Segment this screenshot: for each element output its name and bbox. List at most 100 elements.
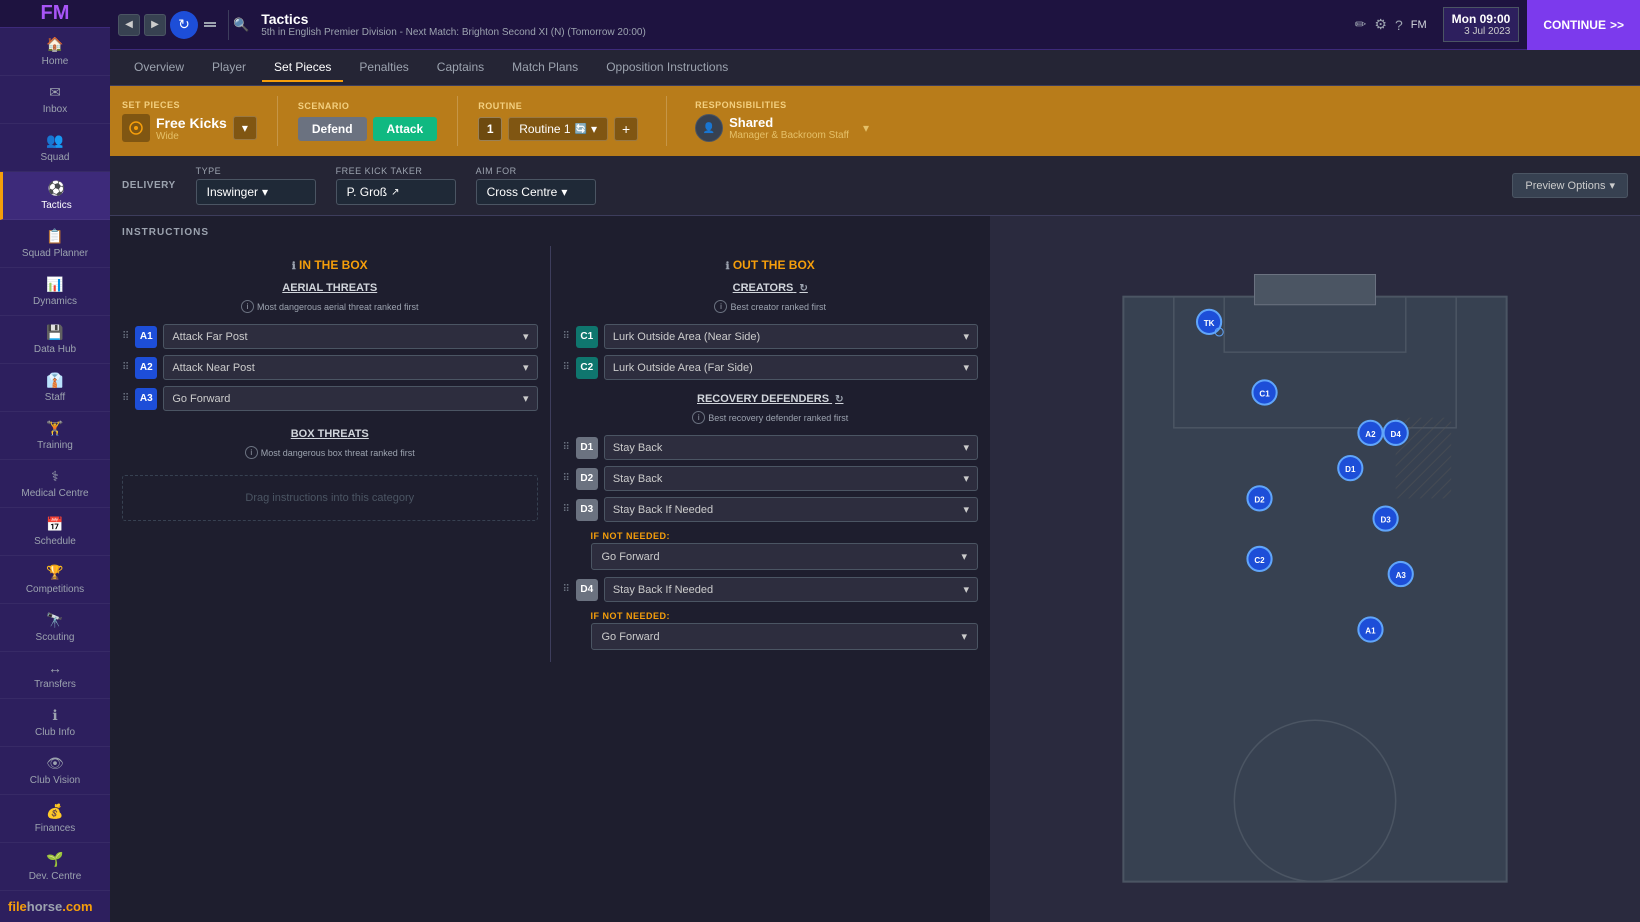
drag-handle-d3[interactable]: ⠿ bbox=[563, 504, 570, 515]
badge-c1: C1 bbox=[576, 326, 598, 348]
drag-handle-d4[interactable]: ⠿ bbox=[563, 584, 570, 595]
c2-dropdown[interactable]: Lurk Outside Area (Far Side) ▾ bbox=[604, 355, 978, 380]
sidebar-item-squad-planner[interactable]: 📋 Squad Planner bbox=[0, 220, 110, 268]
svg-text:D2: D2 bbox=[1254, 495, 1265, 504]
sidebar-item-label: Dev. Centre bbox=[29, 871, 82, 882]
resp-label: RESPONSIBILITIES bbox=[695, 100, 1628, 110]
sidebar-item-data-hub[interactable]: 💾 Data Hub bbox=[0, 316, 110, 364]
drag-handle-a2[interactable]: ⠿ bbox=[122, 362, 129, 373]
sidebar-item-tactics[interactable]: ⚽ Tactics bbox=[0, 172, 110, 220]
taker-field: FREE KICK TAKER P. Groß ↗ bbox=[336, 166, 456, 205]
c1-dropdown[interactable]: Lurk Outside Area (Near Side) ▾ bbox=[604, 324, 978, 349]
sidebar-item-scouting[interactable]: 🔭 Scouting bbox=[0, 604, 110, 652]
d4-if-not-dropdown[interactable]: Go Forward ▾ bbox=[591, 623, 979, 650]
sidebar-item-club-info[interactable]: ℹ Club Info bbox=[0, 699, 110, 747]
sidebar-item-home[interactable]: 🏠 Home bbox=[0, 28, 110, 76]
svg-text:C1: C1 bbox=[1259, 390, 1270, 399]
tab-set-pieces[interactable]: Set Pieces bbox=[262, 54, 343, 82]
sidebar-item-training[interactable]: 🏋 Training bbox=[0, 412, 110, 460]
sidebar-item-label: Data Hub bbox=[34, 344, 76, 355]
sidebar-item-squad[interactable]: 👥 Squad bbox=[0, 124, 110, 172]
dev-centre-icon: 🌱 bbox=[46, 851, 63, 868]
d3-if-not-dropdown[interactable]: Go Forward ▾ bbox=[591, 543, 979, 570]
sidebar-item-staff[interactable]: 👔 Staff bbox=[0, 364, 110, 412]
sidebar-item-label: Club Info bbox=[35, 727, 75, 738]
a1-dropdown[interactable]: Attack Far Post ▾ bbox=[163, 324, 537, 349]
recovery-label: RECOVERY DEFENDERS ↻ bbox=[563, 391, 979, 409]
resp-dropdown-button[interactable]: ▾ bbox=[863, 121, 869, 135]
edit-icon[interactable]: ✏ bbox=[1355, 16, 1367, 33]
time-display: Mon 09:00 bbox=[1452, 12, 1511, 26]
drag-handle-a3[interactable]: ⠿ bbox=[122, 393, 129, 404]
recovery-row-d3: ⠿ D3 Stay Back If Needed ▾ bbox=[563, 494, 979, 525]
sidebar-item-label: Competitions bbox=[26, 584, 84, 595]
sidebar-item-transfers[interactable]: ↔ Transfers bbox=[0, 652, 110, 699]
set-pieces-dropdown[interactable]: ▾ bbox=[233, 116, 257, 140]
sidebar-item-club-vision[interactable]: 👁 Club Vision bbox=[0, 747, 110, 795]
sidebar-item-competitions[interactable]: 🏆 Competitions bbox=[0, 556, 110, 604]
tab-match-plans[interactable]: Match Plans bbox=[500, 54, 590, 82]
club-vision-icon: 👁 bbox=[46, 755, 64, 772]
drag-handle-d2[interactable]: ⠿ bbox=[563, 473, 570, 484]
sidebar-item-inbox[interactable]: ✉ Inbox bbox=[0, 76, 110, 124]
resp-avatar: 👤 bbox=[695, 114, 723, 142]
sidebar-item-dev-centre[interactable]: 🌱 Dev. Centre bbox=[0, 843, 110, 891]
sidebar-item-medical[interactable]: ⚕ Medical Centre bbox=[0, 460, 110, 508]
tab-opposition[interactable]: Opposition Instructions bbox=[594, 54, 740, 82]
nav-back-button[interactable]: ◀ bbox=[118, 14, 140, 36]
home-icon: 🏠 bbox=[46, 36, 63, 53]
drag-handle-c2[interactable]: ⠿ bbox=[563, 362, 570, 373]
set-pieces-name: Free Kicks bbox=[156, 115, 227, 131]
info-icon[interactable]: ? bbox=[1395, 17, 1403, 33]
fm-label: FM bbox=[1411, 19, 1427, 31]
d2-dropdown[interactable]: Stay Back ▾ bbox=[604, 466, 978, 491]
sidebar-item-label: Training bbox=[37, 440, 73, 451]
tab-overview[interactable]: Overview bbox=[122, 54, 196, 82]
svg-text:D1: D1 bbox=[1345, 465, 1356, 474]
drag-handle-d1[interactable]: ⠿ bbox=[563, 442, 570, 453]
aim-dropdown[interactable]: Cross Centre ▾ bbox=[476, 179, 596, 205]
sidebar-item-label: Medical Centre bbox=[21, 488, 88, 499]
svg-text:TK: TK bbox=[1204, 319, 1215, 328]
in-box-title: ℹ IN THE BOX bbox=[122, 254, 538, 280]
recovery-row-d1: ⠿ D1 Stay Back ▾ bbox=[563, 432, 979, 463]
creators-info-icon: i bbox=[714, 300, 727, 313]
sync-button[interactable]: ↻ bbox=[170, 11, 198, 39]
d1-dropdown[interactable]: Stay Back ▾ bbox=[604, 435, 978, 460]
schedule-icon: 📅 bbox=[46, 516, 63, 533]
type-dropdown[interactable]: Inswinger ▾ bbox=[196, 179, 316, 205]
routine-dropdown[interactable]: Routine 1 🔄 ▾ bbox=[508, 117, 608, 141]
taker-dropdown[interactable]: P. Groß ↗ bbox=[336, 179, 456, 205]
routine-add-button[interactable]: + bbox=[614, 117, 638, 141]
preview-options-button[interactable]: Preview Options ▾ bbox=[1512, 173, 1628, 198]
sidebar-item-label: Finances bbox=[35, 823, 76, 834]
continue-button[interactable]: CONTINUE >> bbox=[1527, 0, 1640, 50]
squad-icon: 👥 bbox=[46, 132, 63, 149]
sidebar-item-schedule[interactable]: 📅 Schedule bbox=[0, 508, 110, 556]
help-icon[interactable]: ⚙ bbox=[1374, 16, 1387, 33]
taker-label: FREE KICK TAKER bbox=[336, 166, 456, 176]
scenario-defend-button[interactable]: Defend bbox=[298, 117, 367, 141]
a3-dropdown[interactable]: Go Forward ▾ bbox=[163, 386, 537, 411]
d4-dropdown[interactable]: Stay Back If Needed ▾ bbox=[604, 577, 978, 602]
aerial-row-a1: ⠿ A1 Attack Far Post ▾ bbox=[122, 321, 538, 352]
scenario-attack-button[interactable]: Attack bbox=[373, 117, 438, 141]
setpieces-bar: SET PIECES Free Kicks Wide ▾ SCENARIO De… bbox=[110, 86, 1640, 156]
sidebar-item-finances[interactable]: 💰 Finances bbox=[0, 795, 110, 843]
data-hub-icon: 💾 bbox=[46, 324, 63, 341]
badge-a1: A1 bbox=[135, 326, 157, 348]
sidebar-item-dynamics[interactable]: 📊 Dynamics bbox=[0, 268, 110, 316]
sidebar-item-label: Squad bbox=[41, 152, 70, 163]
a2-dropdown[interactable]: Attack Near Post ▾ bbox=[163, 355, 537, 380]
tab-player[interactable]: Player bbox=[200, 54, 258, 82]
drag-handle-a1[interactable]: ⠿ bbox=[122, 331, 129, 342]
tab-captains[interactable]: Captains bbox=[425, 54, 496, 82]
nav-forward-button[interactable]: ▶ bbox=[144, 14, 166, 36]
creator-row-c2: ⠿ C2 Lurk Outside Area (Far Side) ▾ bbox=[563, 352, 979, 383]
out-box-title: ℹ OUT THE BOX bbox=[563, 254, 979, 280]
dynamics-icon: 📊 bbox=[46, 276, 63, 293]
tab-penalties[interactable]: Penalties bbox=[347, 54, 420, 82]
drag-handle-c1[interactable]: ⠿ bbox=[563, 331, 570, 342]
medical-icon: ⚕ bbox=[51, 468, 59, 485]
d3-dropdown[interactable]: Stay Back If Needed ▾ bbox=[604, 497, 978, 522]
